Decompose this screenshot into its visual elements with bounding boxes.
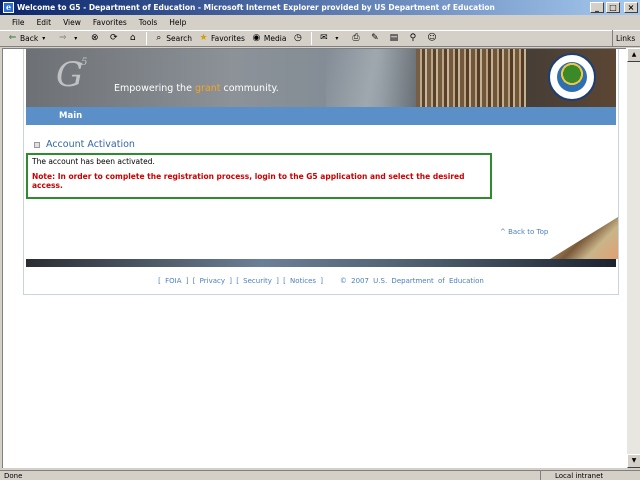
department-seal-icon xyxy=(548,53,596,101)
scroll-down-arrow-icon[interactable]: ▼ xyxy=(627,454,640,468)
footer-strip xyxy=(26,259,616,267)
chevron-down-icon[interactable]: ▾ xyxy=(38,33,49,44)
forward-arrow-icon: ⇒ xyxy=(58,33,67,43)
back-label: Back xyxy=(20,34,39,43)
section-heading: Account Activation xyxy=(34,139,135,150)
banner-shine xyxy=(326,49,416,107)
registration-note: Note: In order to complete the registrat… xyxy=(32,172,465,190)
section-title: Account Activation xyxy=(46,139,135,150)
header-banner: G5 Empowering the grant community. xyxy=(26,49,616,107)
section-bullet-icon xyxy=(34,141,40,148)
corner-library-image xyxy=(550,217,618,259)
mail-icon: ✉ xyxy=(320,33,328,43)
tagline-highlight: grant xyxy=(194,83,221,94)
toolbar-separator xyxy=(146,32,148,45)
links-toolbar[interactable]: Links xyxy=(612,30,640,47)
tagline: Empowering the grant community. xyxy=(114,83,279,94)
status-text: Done xyxy=(4,472,23,480)
close-button[interactable]: × xyxy=(624,2,638,13)
print-button[interactable]: ⎙ xyxy=(347,31,366,46)
security-zone: Local intranet xyxy=(540,471,603,480)
search-label: Search xyxy=(166,34,192,43)
ie-icon: e xyxy=(3,2,14,13)
menu-bar: File Edit View Favorites Tools Help xyxy=(0,15,640,29)
back-to-top-link[interactable]: ^ Back to Top xyxy=(500,228,548,236)
discuss-button[interactable]: ▤ xyxy=(385,31,404,46)
page-container: G5 Empowering the grant community. Main … xyxy=(23,49,619,295)
back-button[interactable]: ⇐ Back ▾ xyxy=(4,31,54,46)
window-title: Welcome to G5 - Department of Education … xyxy=(17,3,495,12)
nav-main: Main xyxy=(26,107,616,125)
favorites-button[interactable]: ★ Favorites xyxy=(195,31,248,46)
notices-link[interactable]: Notices xyxy=(290,277,316,285)
activation-message-box: The account has been activated. Note: In… xyxy=(26,153,492,199)
search-button[interactable]: ⌕ Search xyxy=(150,31,195,46)
security-link[interactable]: Security xyxy=(243,277,272,285)
vertical-scrollbar[interactable]: ▲ ▼ xyxy=(626,48,640,468)
maximize-button[interactable]: □ xyxy=(606,2,620,13)
chevron-down-icon[interactable]: ▾ xyxy=(70,33,81,44)
tagline-post: community. xyxy=(220,83,279,94)
print-icon: ⎙ xyxy=(352,33,360,43)
menu-file[interactable]: File xyxy=(6,18,31,27)
discuss-icon: ▤ xyxy=(389,33,399,43)
seal-tree xyxy=(557,62,587,92)
edit-button[interactable]: ✎ xyxy=(366,31,385,46)
history-button[interactable]: ◷ xyxy=(289,31,308,46)
privacy-link[interactable]: Privacy xyxy=(200,277,225,285)
g5-logo: G5 xyxy=(56,55,88,95)
menu-favorites[interactable]: Favorites xyxy=(87,18,133,27)
activation-message: The account has been activated. xyxy=(32,157,155,166)
research-button[interactable]: ⚲ xyxy=(404,31,423,46)
footer-links: [ FOIA ] [ Privacy ] [ Security ] [ Noti… xyxy=(158,277,484,285)
standard-toolbar: ⇐ Back ▾ ⇒ ▾ ⊗ ⟳ ⌂ ⌕ Search ★ Favorites … xyxy=(0,30,640,47)
stop-icon: ⊗ xyxy=(90,33,99,43)
scroll-up-arrow-icon[interactable]: ▲ xyxy=(627,48,640,62)
tagline-pre: Empowering the xyxy=(114,83,195,94)
mail-button[interactable]: ✉ ▾ xyxy=(315,31,347,46)
media-icon: ◉ xyxy=(252,33,261,43)
status-bar: Done Local intranet xyxy=(0,470,640,480)
research-icon: ⚲ xyxy=(409,33,417,43)
media-label: Media xyxy=(263,34,287,43)
menu-help[interactable]: Help xyxy=(163,18,192,27)
nav-main-link[interactable]: Main xyxy=(59,111,82,121)
messenger-button[interactable]: ☺ xyxy=(423,31,442,46)
stop-button[interactable]: ⊗ xyxy=(86,31,105,46)
refresh-icon: ⟳ xyxy=(109,33,118,43)
window-title-bar: e Welcome to G5 - Department of Educatio… xyxy=(0,0,640,15)
back-arrow-icon: ⇐ xyxy=(8,33,17,43)
home-icon: ⌂ xyxy=(129,33,136,43)
home-button[interactable]: ⌂ xyxy=(124,31,143,46)
foia-link[interactable]: FOIA xyxy=(165,277,181,285)
search-icon: ⌕ xyxy=(156,33,162,43)
favorites-label: Favorites xyxy=(211,34,245,43)
toolbar-separator xyxy=(311,32,313,45)
menu-tools[interactable]: Tools xyxy=(133,18,163,27)
menu-view[interactable]: View xyxy=(57,18,87,27)
g5-logo-letter: G xyxy=(56,55,83,95)
chevron-down-icon[interactable]: ▾ xyxy=(331,33,342,44)
media-button[interactable]: ◉ Media xyxy=(248,31,290,46)
g5-logo-number: 5 xyxy=(81,57,88,68)
refresh-button[interactable]: ⟳ xyxy=(105,31,124,46)
forward-button[interactable]: ⇒ ▾ xyxy=(54,31,86,46)
history-icon: ◷ xyxy=(293,33,302,43)
banner-books-image xyxy=(416,49,526,107)
star-icon: ★ xyxy=(199,33,208,43)
copyright: © 2007 U.S. Department of Education xyxy=(339,277,484,285)
edit-icon: ✎ xyxy=(371,33,379,43)
browser-viewport: G5 Empowering the grant community. Main … xyxy=(2,48,626,468)
minimize-button[interactable]: _ xyxy=(590,2,604,13)
messenger-icon: ☺ xyxy=(427,33,437,43)
menu-edit[interactable]: Edit xyxy=(31,18,58,27)
